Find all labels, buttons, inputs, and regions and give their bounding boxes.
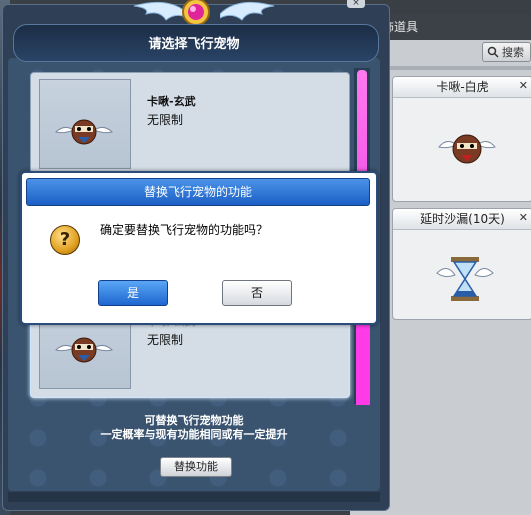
shop-item-card[interactable]: 卡啾-白虎 ✕ (392, 76, 531, 202)
flying-pet-icon (438, 134, 496, 164)
swap-function-button[interactable]: 替换功能 (160, 457, 232, 477)
pet-thumbnail (39, 79, 131, 169)
search-label: 搜索 (502, 46, 524, 59)
shop-item-name: 卡啾-白虎 (393, 77, 531, 98)
confirm-title: 替换飞行宠物的功能 (26, 178, 370, 206)
info-line-2: 一定概率与现有功能相同或有一定提升 (100, 428, 288, 441)
dialog-close-tab[interactable]: × (347, 0, 365, 8)
flying-pet-icon (55, 337, 113, 363)
pet-limit: 无限制 (147, 333, 184, 347)
pet-list-item[interactable]: 卡啾-玄武 无限制 (30, 72, 350, 174)
confirm-message: 确定要替换飞行宠物的功能吗？ (100, 223, 269, 237)
pet-name: 卡啾-玄武 (147, 95, 196, 108)
question-icon: ? (50, 225, 80, 255)
hourglass-icon (436, 257, 494, 301)
flying-pet-icon (55, 119, 113, 145)
wing-right-icon (220, 1, 275, 21)
yes-button[interactable]: 是 (98, 280, 168, 306)
shop-divider (376, 66, 531, 70)
close-icon[interactable]: ✕ (519, 79, 528, 92)
close-icon[interactable]: ✕ (519, 211, 528, 224)
shop-item-name: 延时沙漏(10天) (393, 209, 531, 230)
search-icon (487, 46, 499, 58)
dialog-footer (8, 492, 380, 502)
dialog-title: 请选择飞行宠物 (148, 37, 240, 52)
scrollbar-thumb-active[interactable] (356, 325, 370, 405)
confirm-dialog: 替换飞行宠物的功能 ? 确定要替换飞行宠物的功能吗？ 是 否 (20, 171, 378, 325)
pet-limit: 无限制 (147, 113, 184, 127)
shop-item-card[interactable]: 延时沙漏(10天) ✕ (392, 208, 531, 320)
no-button[interactable]: 否 (222, 280, 292, 306)
search-button[interactable]: 搜索 (482, 42, 531, 62)
